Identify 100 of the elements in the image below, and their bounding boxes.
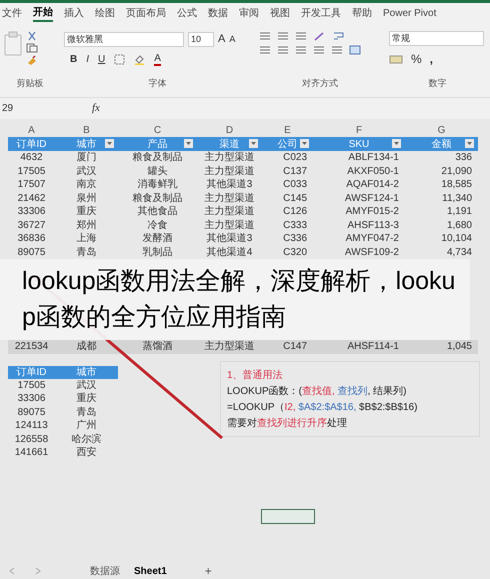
column-header[interactable]: F bbox=[356, 123, 362, 138]
table-cell: AMYF047-2 bbox=[346, 233, 399, 244]
overlay-title: lookup函数用法全解，深度解析，lookup函数的全方位应用指南 bbox=[0, 259, 470, 340]
table-cell: 36727 bbox=[18, 220, 46, 230]
wrap-text-icon[interactable] bbox=[333, 31, 345, 41]
group-label: 剪贴板 bbox=[16, 77, 44, 90]
column-header[interactable]: C bbox=[154, 123, 162, 138]
table-cell: 336 bbox=[455, 152, 472, 163]
filter-dropdown-icon[interactable] bbox=[105, 139, 114, 148]
sheet-tab[interactable]: Sheet1 bbox=[134, 564, 167, 578]
table-cell: 蒸馏酒 bbox=[142, 341, 172, 352]
table-cell: 1,045 bbox=[446, 341, 472, 352]
align-center-icon[interactable] bbox=[277, 45, 289, 55]
merge-icon[interactable] bbox=[349, 45, 361, 55]
table-cell: 其他渠道3 bbox=[206, 179, 252, 190]
align-left-icon[interactable] bbox=[259, 45, 271, 55]
table-cell: 上海 bbox=[76, 233, 96, 244]
table-cell: AWSF124-1 bbox=[344, 192, 399, 204]
ribbon-tab[interactable]: 开发工具 bbox=[301, 7, 341, 21]
table-cell: 4632 bbox=[20, 152, 43, 163]
ribbon-tab[interactable]: 绘图 bbox=[95, 7, 115, 21]
table-cell: 21,090 bbox=[441, 166, 472, 176]
number-format-field[interactable]: 常规 bbox=[389, 31, 484, 46]
currency-icon[interactable] bbox=[389, 54, 403, 64]
ribbon-tab[interactable]: 视图 bbox=[270, 7, 290, 21]
filter-dropdown-icon[interactable] bbox=[465, 139, 474, 148]
table-cell: 重庆 bbox=[76, 393, 96, 404]
table-cell: 221534 bbox=[14, 341, 48, 352]
bold-button[interactable]: B bbox=[70, 52, 78, 66]
decrease-indent-icon[interactable] bbox=[313, 45, 325, 55]
table-cell: 主力型渠道 bbox=[204, 152, 254, 163]
filter-dropdown-icon[interactable] bbox=[392, 139, 401, 148]
ribbon-tab[interactable]: 数据 bbox=[208, 7, 228, 21]
font-size-field[interactable]: 10 bbox=[188, 32, 214, 47]
font-name-field[interactable]: 微软雅黑 bbox=[64, 32, 184, 47]
note-text: =LOOKUP（I2, $A$2:$A$16, $B$2:$B$16) bbox=[227, 401, 418, 415]
table-cell: 17507 bbox=[18, 179, 46, 190]
column-header[interactable]: A bbox=[28, 123, 35, 138]
ribbon-tab[interactable]: 插入 bbox=[64, 7, 84, 21]
table-cell: 哈尔滨 bbox=[72, 434, 102, 444]
align-top-icon[interactable] bbox=[259, 31, 271, 41]
table-cell: 89075 bbox=[18, 246, 46, 258]
table-cell: AHSF113-3 bbox=[347, 220, 399, 230]
column-header[interactable]: E bbox=[284, 123, 291, 138]
table-cell: AKXF050-1 bbox=[347, 166, 399, 176]
underline-button[interactable]: U bbox=[98, 52, 106, 66]
cut-icon[interactable] bbox=[26, 31, 38, 41]
filter-dropdown-icon[interactable] bbox=[300, 139, 309, 148]
ribbon-tab[interactable]: 帮助 bbox=[352, 7, 372, 21]
column-header[interactable]: B bbox=[83, 123, 90, 138]
table-cell: 主力型渠道 bbox=[204, 206, 254, 217]
font-color-button[interactable]: A bbox=[154, 52, 161, 66]
table-cell: 粮食及制品 bbox=[132, 192, 182, 204]
group-label: 对齐方式 bbox=[302, 77, 338, 90]
shrink-font-button[interactable]: A bbox=[229, 32, 236, 46]
table-cell: C145 bbox=[283, 192, 307, 204]
comma-button[interactable]: , bbox=[430, 50, 434, 68]
column-header[interactable]: G bbox=[438, 123, 446, 138]
table-cell: AQAF014-2 bbox=[346, 179, 399, 190]
note-text: 1、普通用法 bbox=[227, 368, 284, 383]
table-cell: 124113 bbox=[15, 420, 48, 431]
increase-indent-icon[interactable] bbox=[331, 45, 343, 55]
align-bottom-icon[interactable] bbox=[295, 31, 307, 41]
italic-button[interactable]: I bbox=[86, 52, 90, 66]
percent-button[interactable]: % bbox=[411, 50, 422, 68]
add-sheet-button[interactable]: + bbox=[204, 562, 212, 579]
table-cell: AHSF114-1 bbox=[347, 341, 399, 352]
table-cell: 主力型渠道 bbox=[204, 166, 254, 176]
ribbon-tab[interactable]: 页面布局 bbox=[126, 7, 166, 21]
name-box[interactable]: 29 bbox=[2, 101, 52, 116]
table-cell: C033 bbox=[283, 179, 307, 190]
format-painter-icon[interactable] bbox=[26, 55, 38, 65]
ribbon-tab[interactable]: 审阅 bbox=[239, 7, 259, 21]
align-middle-icon[interactable] bbox=[277, 31, 289, 41]
align-right-icon[interactable] bbox=[295, 45, 307, 55]
note-text: 需要对查找列进行升序处理 bbox=[227, 416, 348, 431]
function-label: fx bbox=[92, 101, 100, 116]
sort-icon[interactable] bbox=[249, 139, 258, 148]
border-icon[interactable] bbox=[114, 54, 126, 64]
table-cell: 南京 bbox=[76, 179, 96, 190]
filter-dropdown-icon[interactable] bbox=[184, 139, 193, 148]
copy-icon[interactable] bbox=[26, 43, 38, 53]
table-cell: C023 bbox=[283, 152, 307, 163]
table-cell: 4,734 bbox=[446, 246, 472, 258]
grow-font-button[interactable]: A bbox=[218, 31, 226, 48]
fill-color-icon[interactable] bbox=[134, 54, 146, 64]
table-cell: 18,585 bbox=[441, 179, 472, 190]
ribbon-tab[interactable]: 文件 bbox=[2, 7, 22, 21]
table-header-cell-text: 产品 bbox=[148, 138, 168, 152]
ribbon-tab[interactable]: 公式 bbox=[177, 7, 197, 21]
ribbon-tab[interactable]: Power Pivot bbox=[383, 7, 436, 21]
sheet-tab[interactable]: 数据源 bbox=[90, 564, 120, 578]
table-cell: 青岛 bbox=[76, 246, 96, 258]
table-cell: 141661 bbox=[14, 447, 48, 458]
table-cell: 1,680 bbox=[446, 220, 472, 230]
table-cell: 泉州 bbox=[76, 192, 96, 204]
ribbon-tab[interactable]: 开始 bbox=[33, 6, 53, 22]
column-header[interactable]: D bbox=[226, 123, 234, 138]
table-cell: 17505 bbox=[18, 166, 46, 176]
selected-cell[interactable] bbox=[261, 509, 315, 524]
